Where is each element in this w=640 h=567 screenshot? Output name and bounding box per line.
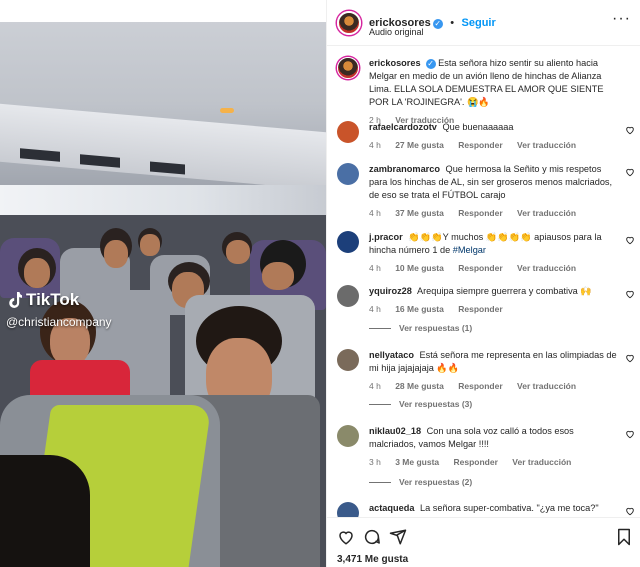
reply-link[interactable]: Responder — [458, 140, 502, 150]
comment-time[interactable]: 3 h — [369, 457, 381, 467]
view-replies-link[interactable]: Ver respuestas (2) — [369, 477, 472, 487]
reply-link[interactable]: Responder — [458, 208, 502, 218]
passenger-face — [24, 258, 50, 288]
author-avatar[interactable] — [337, 11, 361, 35]
tiktok-brand: TikTok — [26, 290, 80, 309]
audio-label[interactable]: Audio original — [369, 27, 424, 37]
comment-body: zambranomarco Que hermosa la Señito y mi… — [369, 163, 617, 220]
comment-username[interactable]: nellyataco — [369, 350, 414, 360]
post-actions-bar: 3,471 Me gusta — [327, 517, 640, 567]
heart-icon[interactable] — [625, 506, 635, 516]
heart-icon[interactable] — [625, 235, 635, 245]
comment-likes[interactable]: 16 Me gusta — [395, 304, 444, 314]
heart-icon[interactable] — [625, 167, 635, 177]
commenter-avatar[interactable] — [337, 163, 359, 185]
verified-icon: ✓ — [425, 59, 436, 69]
comment-likes[interactable]: 10 Me gusta — [395, 263, 444, 273]
comment-username[interactable]: yquiroz28 — [369, 286, 412, 296]
cabin-light — [220, 108, 234, 113]
passenger-face — [104, 240, 128, 268]
foreground-passenger — [0, 455, 90, 567]
passenger-face — [262, 262, 294, 290]
tiktok-watermark: TikTok — [8, 290, 79, 310]
comment-likes[interactable]: 3 Me gusta — [395, 457, 439, 467]
comment-icon[interactable] — [363, 528, 381, 546]
passenger-face — [226, 240, 250, 264]
comment-body: j.pracor 👏👏👏Y muchos 👏👏👏👏 apiausos para … — [369, 231, 617, 275]
comment-body: rafaelcardozotv Que buenaaaaaa 4 h 27 Me… — [369, 121, 617, 152]
verified-icon: ✓ — [432, 19, 443, 29]
like-heart-icon[interactable] — [337, 528, 355, 546]
comment-username[interactable]: zambranomarco — [369, 164, 440, 174]
comment-meta: 4 h 28 Me gusta Responder Ver traducción — [369, 380, 617, 393]
post-media[interactable]: TikTok @christiancompany — [0, 0, 326, 567]
share-icon[interactable] — [389, 528, 407, 546]
heart-icon[interactable] — [625, 429, 635, 439]
reply-link[interactable]: Responder — [458, 263, 502, 273]
bookmark-icon[interactable] — [615, 528, 633, 546]
translate-link[interactable]: Ver traducción — [517, 140, 576, 150]
caption-body: erickosores ✓ Esta señora hizo sentir su … — [369, 57, 617, 127]
passenger-face — [140, 234, 160, 256]
heart-icon[interactable] — [625, 125, 635, 135]
tiktok-handle: @christiancompany — [6, 315, 112, 329]
commenter-avatar[interactable] — [337, 231, 359, 253]
comment-meta: 4 h 27 Me gusta Responder Ver traducción — [369, 139, 617, 152]
view-replies-link[interactable]: Ver respuestas (1) — [369, 323, 472, 333]
comments-list[interactable]: erickosores ✓ Esta señora hizo sentir su … — [327, 47, 640, 517]
translate-link[interactable]: Ver traducción — [517, 208, 576, 218]
comment-body: niklau02_18 Con una sola voz calló a tod… — [369, 425, 617, 469]
comment-time[interactable]: 4 h — [369, 208, 381, 218]
comment-meta: 4 h 37 Me gusta Responder Ver traducción — [369, 207, 617, 220]
comment-body: nellyataco Está señora me representa en … — [369, 349, 617, 393]
reply-link[interactable]: Responder — [454, 457, 498, 467]
translate-link[interactable]: Ver traducción — [512, 457, 571, 467]
heart-icon[interactable] — [625, 289, 635, 299]
post-panel: erickosores ✓ • Seguir Audio original ···… — [326, 0, 640, 567]
translate-link[interactable]: Ver traducción — [517, 263, 576, 273]
comment-body: yquiroz28 Arequipa siempre guerrera y co… — [369, 285, 617, 316]
comment-time[interactable]: 4 h — [369, 263, 381, 273]
reply-link[interactable]: Responder — [458, 381, 502, 391]
commenter-avatar[interactable] — [337, 425, 359, 447]
comment-meta: 3 h 3 Me gusta Responder Ver traducción — [369, 456, 617, 469]
author-avatar[interactable] — [337, 57, 359, 79]
commenter-avatar[interactable] — [337, 349, 359, 371]
comment-username[interactable]: niklau02_18 — [369, 426, 421, 436]
commenter-avatar[interactable] — [337, 502, 359, 517]
comment-time[interactable]: 4 h — [369, 381, 381, 391]
comment-likes[interactable]: 27 Me gusta — [395, 140, 444, 150]
comment-username[interactable]: rafaelcardozotv — [369, 122, 437, 132]
separator-dot: • — [450, 17, 455, 29]
reply-link[interactable]: Responder — [458, 304, 502, 314]
comment-body: actaqueda La señora super-combativa. "¿y… — [369, 502, 617, 517]
comment-time[interactable]: 4 h — [369, 140, 381, 150]
translate-link[interactable]: Ver traducción — [517, 381, 576, 391]
comment-meta: 4 h 16 Me gusta Responder — [369, 303, 617, 316]
comment-meta: 4 h 10 Me gusta Responder Ver traducción — [369, 262, 617, 275]
comment-text: Que buenaaaaaa — [442, 122, 514, 132]
more-options-icon[interactable]: ··· — [612, 11, 631, 27]
heart-icon[interactable] — [625, 353, 635, 363]
comment-likes[interactable]: 37 Me gusta — [395, 208, 444, 218]
caption-username[interactable]: erickosores — [369, 58, 421, 68]
comment-username[interactable]: j.pracor — [369, 232, 403, 242]
comment-username[interactable]: actaqueda — [369, 503, 414, 513]
comment-text: Arequipa siempre guerrera y combativa 🙌 — [416, 286, 592, 296]
comment-likes[interactable]: 28 Me gusta — [395, 381, 444, 391]
hashtag-link[interactable]: #Melgar — [453, 245, 486, 255]
likes-count[interactable]: 3,471 Me gusta — [337, 554, 408, 565]
tiktok-icon — [9, 292, 22, 308]
follow-button[interactable]: Seguir — [462, 17, 496, 29]
comment-time[interactable]: 4 h — [369, 304, 381, 314]
view-replies-link[interactable]: Ver respuestas (3) — [369, 399, 472, 409]
commenter-avatar[interactable] — [337, 285, 359, 307]
post-header: erickosores ✓ • Seguir Audio original ··· — [327, 0, 640, 46]
commenter-avatar[interactable] — [337, 121, 359, 143]
